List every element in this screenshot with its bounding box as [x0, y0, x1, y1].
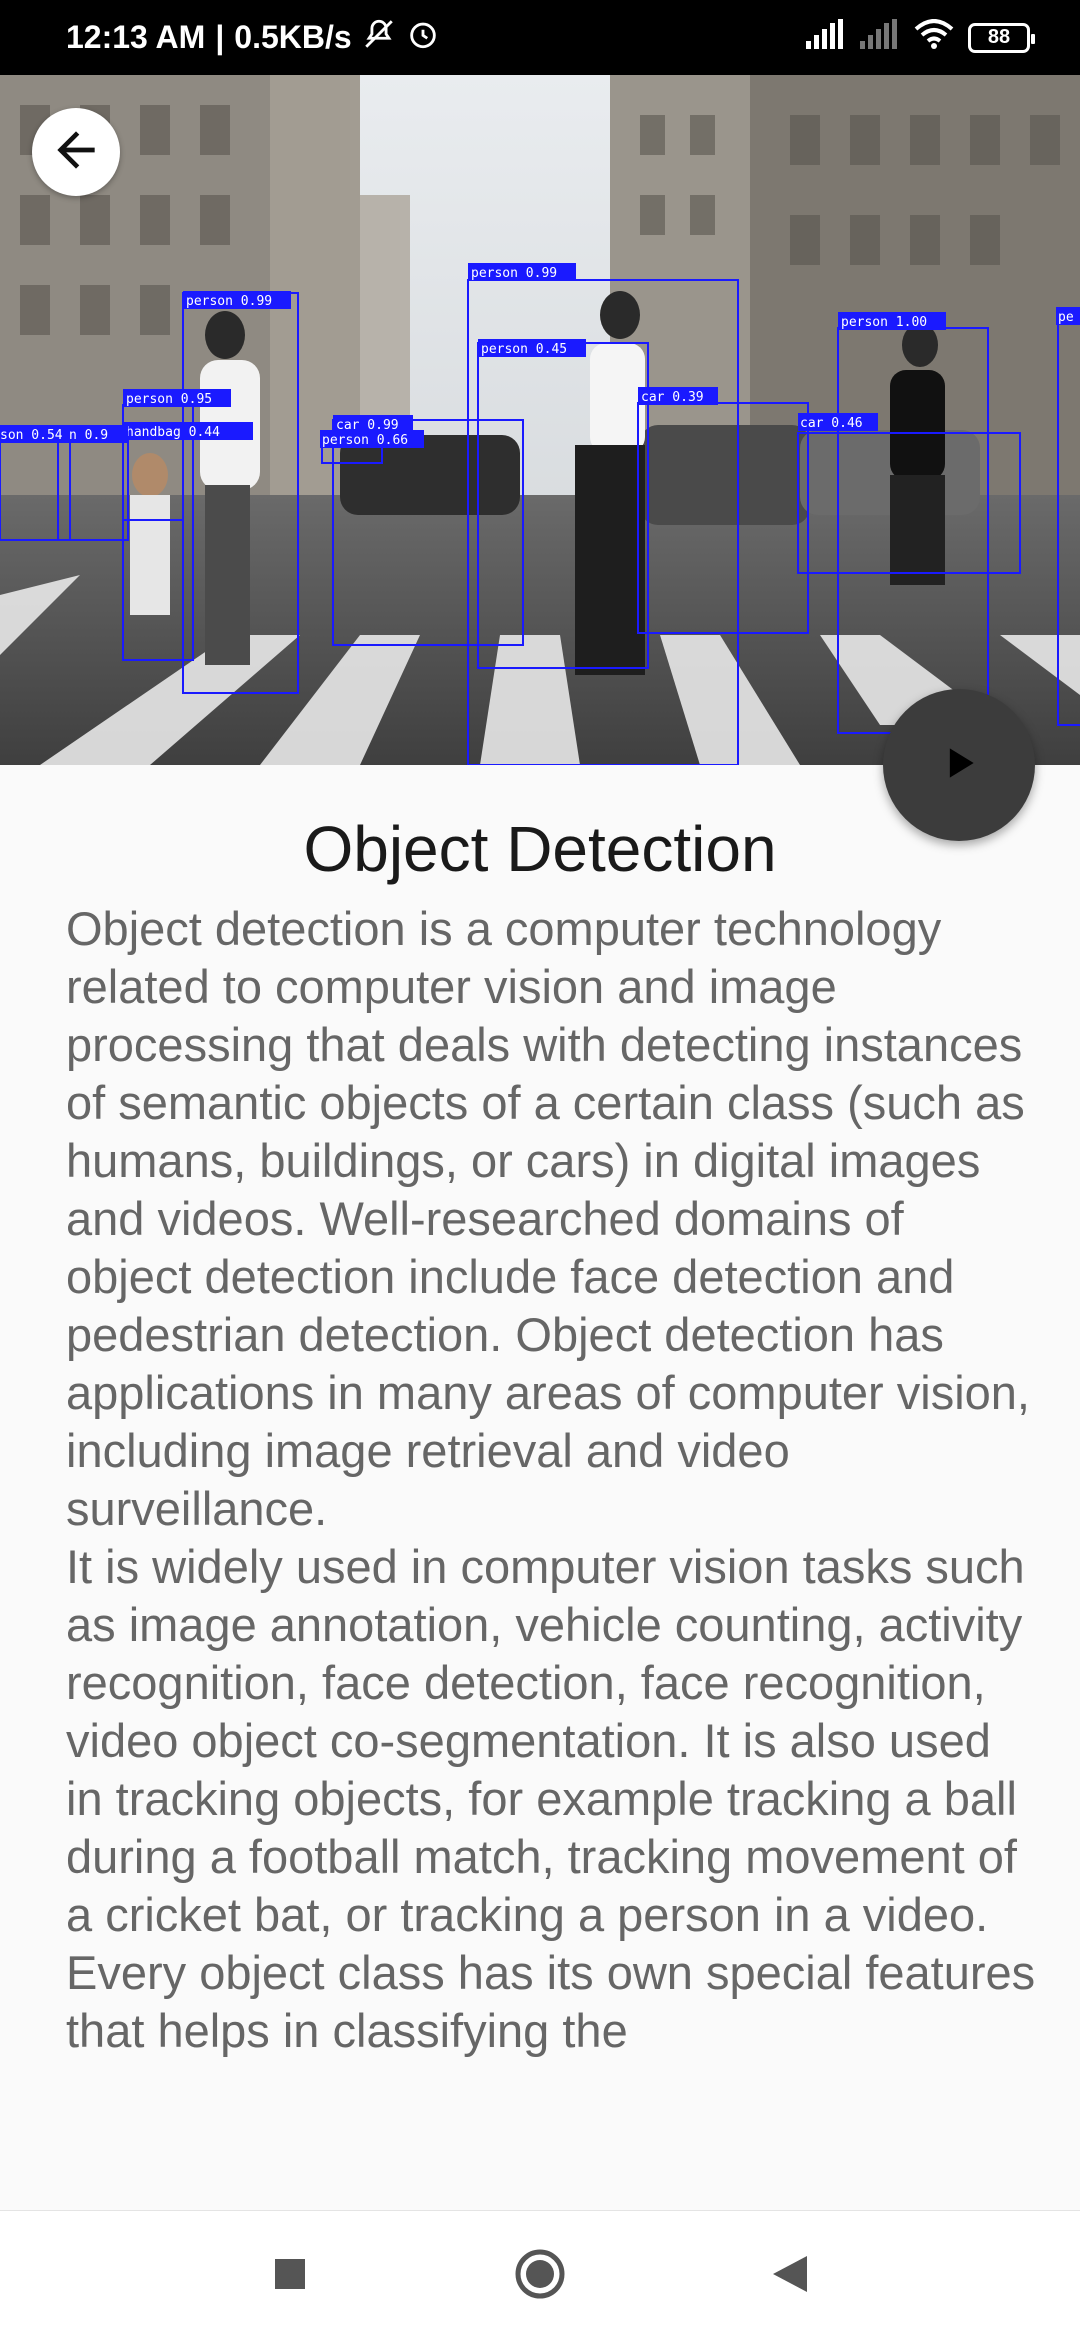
detection-label: n 0.9	[69, 428, 108, 443]
street-scene-illustration: person 0.99 person 0.99 person 0.45 pers…	[0, 75, 1080, 765]
wifi-icon	[914, 18, 954, 57]
signal-icon	[806, 18, 846, 57]
back-button[interactable]	[32, 108, 120, 196]
circle-icon	[513, 2247, 567, 2306]
detection-label: person 0.45	[481, 342, 567, 357]
detection-label: person 0.99	[186, 294, 272, 309]
description-paragraph: Object detection is a computer technolog…	[66, 902, 1030, 1535]
battery-level: 88	[987, 26, 1011, 48]
description-paragraph: Every object class has its own special f…	[66, 1946, 1036, 2057]
mute-icon	[362, 17, 396, 59]
battery-icon: 88	[968, 22, 1035, 53]
status-time: 12:13 AM	[66, 19, 206, 55]
detection-label: person 0.99	[471, 266, 557, 281]
nav-home-button[interactable]	[510, 2246, 570, 2306]
arrow-left-icon	[48, 122, 104, 183]
play-icon	[937, 741, 981, 790]
status-bar: 12:13 AM | 0.5KB/s 88	[0, 0, 1080, 75]
status-left: 12:13 AM | 0.5KB/s	[66, 17, 440, 59]
page-title: Object Detection	[303, 813, 777, 885]
signal-secondary-icon	[860, 18, 900, 57]
detection-label: person 0.66	[322, 433, 408, 448]
detection-label: handbag 0.44	[126, 425, 220, 440]
detection-label: car 0.46	[800, 416, 863, 431]
detection-label: pe	[1058, 310, 1074, 325]
status-network-speed: 0.5KB/s	[234, 19, 352, 55]
detection-label: person 0.95	[126, 392, 212, 407]
description-paragraph: It is widely used in computer vision tas…	[66, 1540, 1025, 1941]
nav-back-button[interactable]	[760, 2246, 820, 2306]
square-icon	[273, 2257, 307, 2296]
triangle-back-icon	[771, 2254, 809, 2299]
detection-label: son 0.54	[0, 428, 63, 443]
status-separator: |	[215, 19, 225, 55]
nav-recents-button[interactable]	[260, 2246, 320, 2306]
hero-image: person 0.99 person 0.99 person 0.45 pers…	[0, 75, 1080, 765]
status-right: 88	[806, 18, 1035, 57]
description-text: Object detection is a computer technolog…	[66, 900, 1036, 2210]
system-nav-bar	[0, 2210, 1080, 2341]
detection-label: person 1.00	[841, 315, 927, 330]
detection-label: car 0.39	[641, 390, 704, 405]
alarm-icon	[406, 17, 440, 59]
